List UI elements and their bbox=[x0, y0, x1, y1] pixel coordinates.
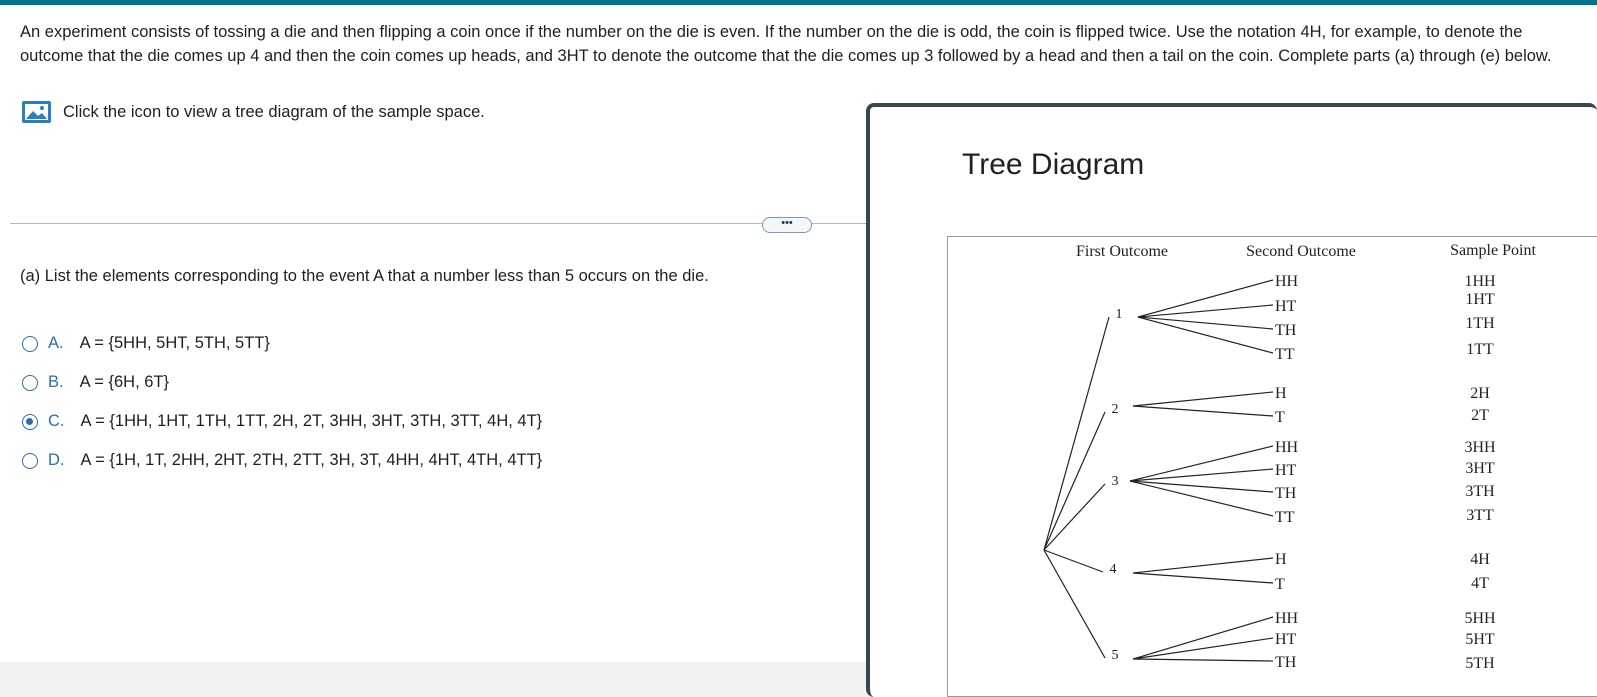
question-a: (a) List the elements corresponding to t… bbox=[20, 267, 709, 285]
second-outcome-1-TT: TT bbox=[1275, 346, 1295, 363]
second-outcome-5-HH: HH bbox=[1275, 610, 1299, 627]
tree-diagram-svg: First Outcome Second Outcome Sample Poin… bbox=[1043, 242, 1536, 672]
die-label-1: 1 bbox=[1116, 307, 1123, 322]
radio-option-d[interactable] bbox=[22, 452, 38, 469]
answer-options: A. A = {5HH, 5HT, 5TH, 5TT} B. A = {6H, … bbox=[22, 324, 542, 480]
more-button[interactable]: ••• bbox=[762, 217, 812, 233]
second-outcome-5-HT: HT bbox=[1275, 631, 1297, 648]
branch-3-HH bbox=[1129, 445, 1274, 482]
radio-option-c[interactable] bbox=[22, 413, 38, 430]
die-label-2: 2 bbox=[1112, 402, 1119, 417]
second-outcome-3-TT: TT bbox=[1275, 509, 1295, 526]
option-b-text: A = {6H, 6T} bbox=[79, 373, 170, 391]
sample-point-4H: 4H bbox=[1470, 551, 1490, 568]
option-c-text: A = {1HH, 1HT, 1TH, 1TT, 2H, 2T, 3HH, 3H… bbox=[80, 412, 543, 430]
sample-point-3TH: 3TH bbox=[1465, 483, 1495, 500]
branch-4-T bbox=[1132, 572, 1274, 584]
die-label-4: 4 bbox=[1110, 562, 1117, 577]
option-a-letter: A. bbox=[48, 334, 64, 352]
branch-5-TH bbox=[1132, 658, 1274, 662]
sample-point-5TH: 5TH bbox=[1465, 655, 1495, 672]
option-a[interactable]: A. A = {5HH, 5HT, 5TH, 5TT} bbox=[22, 324, 542, 363]
option-b[interactable]: B. A = {6H, 6T} bbox=[22, 363, 542, 402]
option-d-letter: D. bbox=[48, 451, 65, 469]
second-outcome-2-H: H bbox=[1275, 385, 1287, 402]
tree-diagram: First Outcome Second Outcome Sample Poin… bbox=[947, 236, 1597, 697]
view-link-label[interactable]: Click the icon to view a tree diagram of… bbox=[63, 103, 485, 122]
option-b-letter: B. bbox=[48, 373, 64, 391]
second-outcome-4-T: T bbox=[1275, 576, 1285, 593]
branch-root-to-die-4 bbox=[1043, 549, 1104, 573]
sample-point-1HH: 1HH bbox=[1464, 273, 1496, 290]
second-outcome-1-TH: TH bbox=[1275, 322, 1297, 339]
second-outcome-1-HT: HT bbox=[1275, 298, 1297, 315]
section-divider bbox=[10, 223, 870, 224]
option-c-letter: C. bbox=[48, 412, 65, 430]
second-outcome-3-HT: HT bbox=[1275, 462, 1297, 479]
header-second-outcome: Second Outcome bbox=[1246, 243, 1356, 260]
sample-point-1TT: 1TT bbox=[1466, 341, 1494, 358]
sample-point-3TT: 3TT bbox=[1466, 507, 1494, 524]
sample-point-2H: 2H bbox=[1470, 385, 1490, 402]
radio-option-b[interactable] bbox=[22, 374, 38, 391]
branch-3-HT bbox=[1129, 468, 1274, 482]
radio-option-a[interactable] bbox=[22, 335, 38, 352]
second-outcome-4-H: H bbox=[1275, 551, 1287, 568]
problem-statement: An experiment consists of tossing a die … bbox=[20, 23, 1552, 65]
branch-2-T bbox=[1132, 405, 1274, 417]
branch-5-HH bbox=[1132, 616, 1274, 660]
branch-root-to-die-2 bbox=[1043, 411, 1106, 551]
header-sample-point: Sample Point bbox=[1450, 242, 1536, 259]
branch-2-H bbox=[1132, 391, 1274, 407]
second-outcome-2-T: T bbox=[1275, 409, 1285, 426]
option-a-text: A = {5HH, 5HT, 5TH, 5TT} bbox=[79, 334, 270, 352]
sample-point-2T: 2T bbox=[1471, 407, 1489, 424]
option-c[interactable]: C. A = {1HH, 1HT, 1TH, 1TT, 2H, 2T, 3HH,… bbox=[22, 402, 542, 441]
option-d[interactable]: D. A = {1H, 1T, 2HH, 2HT, 2TH, 2TT, 3H, … bbox=[22, 441, 542, 480]
sample-point-3HH: 3HH bbox=[1464, 439, 1496, 456]
sample-point-1TH: 1TH bbox=[1465, 315, 1495, 332]
header-first-outcome: First Outcome bbox=[1076, 243, 1168, 260]
popup-title: Tree Diagram bbox=[962, 148, 1145, 181]
footer-area bbox=[0, 662, 870, 697]
die-label-3: 3 bbox=[1112, 474, 1119, 489]
branch-4-H bbox=[1132, 557, 1274, 574]
top-accent-bar bbox=[0, 0, 1597, 5]
image-icon[interactable] bbox=[22, 101, 51, 123]
sample-point-3HT: 3HT bbox=[1465, 460, 1495, 477]
option-d-text: A = {1H, 1T, 2HH, 2HT, 2TH, 2TT, 3H, 3T,… bbox=[80, 451, 543, 469]
sample-point-5HH: 5HH bbox=[1464, 610, 1496, 627]
second-outcome-5-TH: TH bbox=[1275, 654, 1297, 671]
second-outcome-1-HH: HH bbox=[1275, 273, 1299, 290]
view-tree-diagram-link[interactable]: Click the icon to view a tree diagram of… bbox=[22, 99, 485, 125]
sample-point-4T: 4T bbox=[1471, 575, 1489, 592]
second-outcome-3-TH: TH bbox=[1275, 485, 1297, 502]
branch-5-HT bbox=[1132, 637, 1274, 660]
second-outcome-3-HH: HH bbox=[1275, 439, 1299, 456]
branch-root-to-die-5 bbox=[1043, 549, 1106, 659]
sample-point-1HT: 1HT bbox=[1465, 291, 1495, 308]
die-label-5: 5 bbox=[1112, 648, 1119, 663]
sample-point-5HT: 5HT bbox=[1465, 631, 1495, 648]
